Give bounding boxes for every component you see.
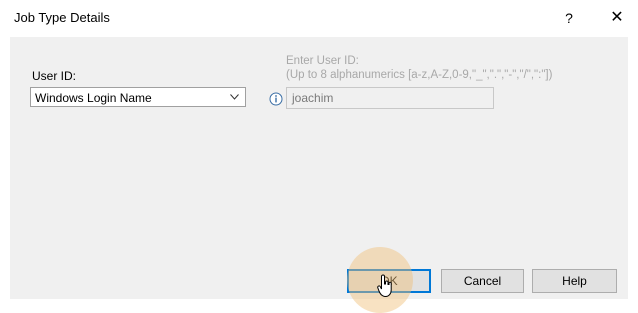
- help-button[interactable]: Help: [532, 269, 617, 293]
- ok-button[interactable]: OK: [347, 269, 431, 293]
- title-bar: Job Type Details ? ✕: [0, 0, 638, 36]
- context-help-button[interactable]: ?: [558, 7, 580, 29]
- userid-input[interactable]: joachim: [286, 87, 494, 109]
- dialog-body: User ID: Windows Login Name Enter User I…: [10, 37, 628, 313]
- userid-hint-title: Enter User ID:: [286, 55, 359, 67]
- userid-type-select-value: Windows Login Name: [35, 91, 152, 105]
- userid-hint: Enter User ID: (Up to 8 alphanumerics [a…: [286, 54, 552, 82]
- userid-hint-rules: (Up to 8 alphanumerics [a-z,A-Z,0-9,"_",…: [286, 69, 553, 81]
- window-title: Job Type Details: [14, 10, 110, 25]
- userid-label: User ID:: [32, 69, 77, 83]
- cancel-button[interactable]: Cancel: [441, 269, 524, 293]
- userid-type-select[interactable]: Windows Login Name: [30, 87, 246, 107]
- close-button[interactable]: ✕: [604, 7, 630, 29]
- info-icon[interactable]: [269, 92, 283, 106]
- chevron-down-icon: [230, 94, 239, 100]
